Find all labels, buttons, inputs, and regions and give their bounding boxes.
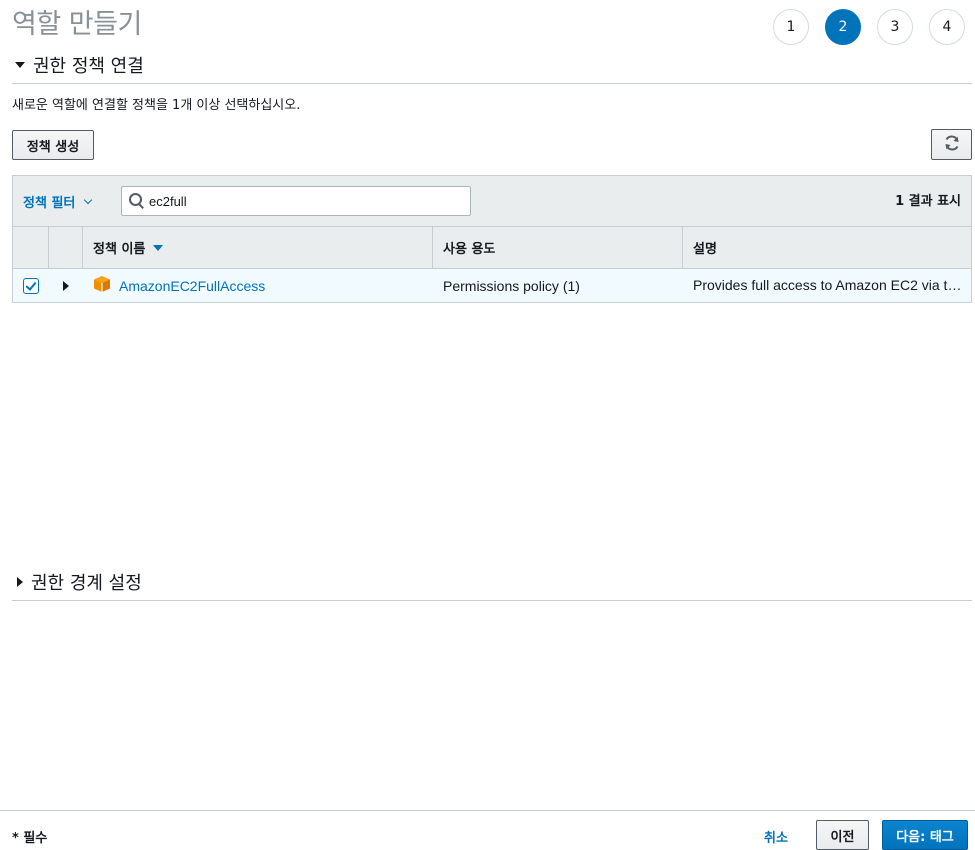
step-indicator: 1 2 3 4 xyxy=(773,9,965,45)
footer: * 필수 취소 이전 다음: 태그 xyxy=(0,810,975,850)
expand-row-icon[interactable] xyxy=(63,280,69,291)
column-header-policy-name[interactable]: 정책 이름 xyxy=(83,227,433,268)
table-header: 정책 이름 사용 용도 설명 xyxy=(13,227,971,269)
required-note: * 필수 xyxy=(12,831,48,846)
permissions-boundary-section-header[interactable]: 권한 경계 설정 xyxy=(12,569,972,601)
chevron-down-icon xyxy=(84,195,93,204)
table-row[interactable]: AmazonEC2FullAccess Permissions policy (… xyxy=(13,269,971,302)
filter-label: 정책 필터 xyxy=(23,195,76,211)
table-toolbar: 정책 필터 1 결과 표시 xyxy=(13,176,971,227)
caret-down-icon xyxy=(15,62,25,68)
step-4[interactable]: 4 xyxy=(929,9,965,45)
search-icon xyxy=(129,193,145,209)
refresh-button[interactable] xyxy=(931,129,972,160)
policy-name-link[interactable]: AmazonEC2FullAccess xyxy=(119,278,265,294)
section-title: 권한 경계 설정 xyxy=(31,573,142,594)
previous-button[interactable]: 이전 xyxy=(816,820,869,850)
row-checkbox[interactable] xyxy=(23,277,39,294)
sort-descending-icon xyxy=(153,244,164,251)
section-title: 권한 정책 연결 xyxy=(33,56,144,77)
select-cell xyxy=(13,269,49,302)
expand-cell xyxy=(49,269,83,302)
caret-right-icon xyxy=(17,577,23,587)
policy-filter-dropdown[interactable]: 정책 필터 xyxy=(23,192,93,211)
section-description: 새로운 역할에 연결할 정책을 1개 이상 선택하십시오. xyxy=(12,98,301,113)
cancel-link[interactable]: 취소 xyxy=(764,827,788,846)
header-expand-cell xyxy=(49,227,83,268)
result-count: 1 결과 표시 xyxy=(895,194,961,209)
header-select-cell xyxy=(13,227,49,268)
search-input[interactable] xyxy=(149,193,449,209)
column-header-description[interactable]: 설명 xyxy=(683,227,971,268)
page-title: 역할 만들기 xyxy=(12,9,142,40)
refresh-icon xyxy=(943,134,961,156)
next-tags-button[interactable]: 다음: 태그 xyxy=(882,820,968,850)
description-cell: Provides full access to Amazon EC2 via t… xyxy=(693,277,971,293)
policy-name-cell: AmazonEC2FullAccess xyxy=(83,269,433,302)
policies-table: 정책 필터 1 결과 표시 정책 이름 사용 용도 설명 xyxy=(12,175,972,303)
search-box[interactable] xyxy=(121,186,471,216)
column-header-usage[interactable]: 사용 용도 xyxy=(433,227,683,268)
step-1[interactable]: 1 xyxy=(773,9,809,45)
managed-policy-icon xyxy=(93,275,110,292)
usage-cell: Permissions policy (1) xyxy=(443,277,580,294)
create-policy-button[interactable]: 정책 생성 xyxy=(12,130,94,160)
attach-policies-section-header[interactable]: 권한 정책 연결 xyxy=(12,52,972,84)
step-2[interactable]: 2 xyxy=(825,9,861,45)
step-3[interactable]: 3 xyxy=(877,9,913,45)
